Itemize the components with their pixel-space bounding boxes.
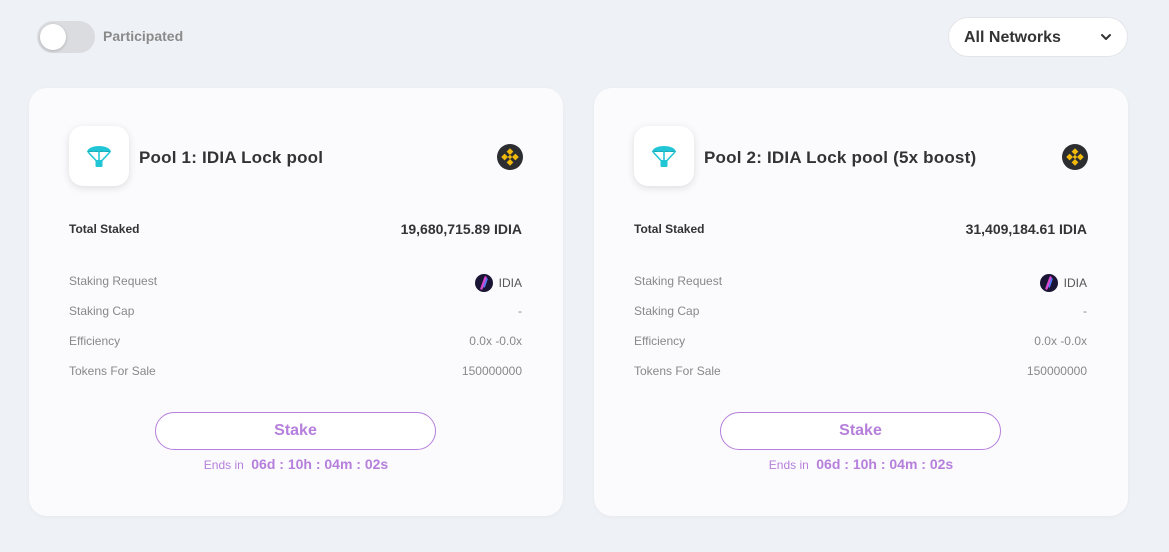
total-staked-value: 31,409,184.61 IDIA xyxy=(965,221,1087,237)
total-staked-value: 19,680,715.89 IDIA xyxy=(400,221,522,237)
countdown: Ends in 06d : 10h : 04m : 02s xyxy=(594,456,1128,474)
staking-request-token: IDIA xyxy=(498,276,522,290)
total-staked-label: Total Staked xyxy=(634,222,705,236)
stake-button[interactable]: Stake xyxy=(155,412,436,450)
filter-bar: Participated All Networks xyxy=(0,0,1169,80)
stake-button[interactable]: Stake xyxy=(720,412,1001,450)
tokens-for-sale-label: Tokens For Sale xyxy=(69,364,156,378)
efficiency-label: Efficiency xyxy=(634,334,686,348)
countdown: Ends in 06d : 10h : 04m : 02s xyxy=(29,456,563,474)
staking-request-value: IDIA xyxy=(1039,274,1087,292)
parachute-icon xyxy=(87,146,111,167)
staking-request-token: IDIA xyxy=(1063,276,1087,290)
pool-icon-box xyxy=(634,126,694,186)
countdown-time: 06d : 10h : 04m : 02s xyxy=(251,456,389,472)
pool-card: Pool 2: IDIA Lock pool (5x boost) Total … xyxy=(594,88,1128,516)
tokens-for-sale-value: 150000000 xyxy=(461,364,522,378)
staking-request-label: Staking Request xyxy=(634,274,723,288)
participated-label: Participated xyxy=(103,28,184,44)
staking-cap-value: - xyxy=(1083,304,1087,318)
network-select[interactable]: All Networks xyxy=(948,17,1128,57)
countdown-label: Ends in xyxy=(203,458,244,472)
efficiency-value: 0.0x -0.0x xyxy=(469,334,522,348)
pool-icon-box xyxy=(69,126,129,186)
tokens-for-sale-value: 150000000 xyxy=(1026,364,1087,378)
parachute-icon xyxy=(652,146,676,167)
network-select-value: All Networks xyxy=(964,29,1061,46)
toggle-knob xyxy=(40,24,66,50)
staking-cap-value: - xyxy=(518,304,522,318)
pool-card: Pool 1: IDIA Lock pool Total Staked 19,6… xyxy=(29,88,563,516)
countdown-time: 06d : 10h : 04m : 02s xyxy=(816,456,954,472)
pool-title: Pool 1: IDIA Lock pool xyxy=(139,148,324,167)
participated-toggle[interactable] xyxy=(37,21,95,53)
binance-icon xyxy=(497,144,523,170)
tokens-for-sale-label: Tokens For Sale xyxy=(634,364,721,378)
binance-icon xyxy=(1062,144,1088,170)
staking-request-label: Staking Request xyxy=(69,274,158,288)
efficiency-value: 0.0x -0.0x xyxy=(1034,334,1087,348)
pool-title: Pool 2: IDIA Lock pool (5x boost) xyxy=(704,148,977,167)
total-staked-label: Total Staked xyxy=(69,222,140,236)
chevron-down-icon xyxy=(1101,34,1111,40)
staking-cap-label: Staking Cap xyxy=(634,304,700,318)
countdown-label: Ends in xyxy=(768,458,809,472)
idia-token-icon xyxy=(1039,274,1058,292)
staking-cap-label: Staking Cap xyxy=(69,304,135,318)
staking-request-value: IDIA xyxy=(474,274,522,292)
idia-token-icon xyxy=(474,274,493,292)
efficiency-label: Efficiency xyxy=(69,334,121,348)
